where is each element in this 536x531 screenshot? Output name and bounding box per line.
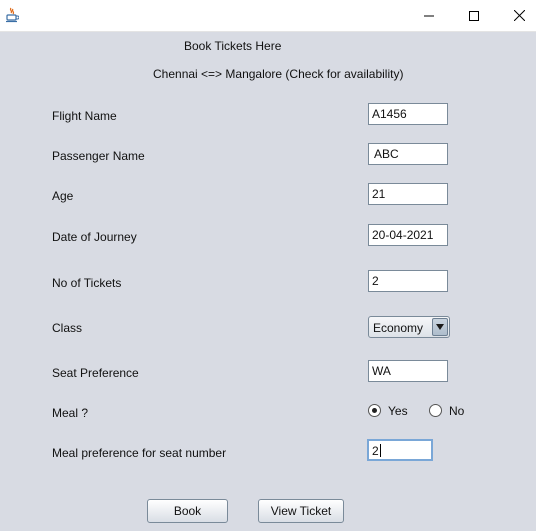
meal-seat-field[interactable]: 2 [367, 439, 433, 461]
class-label: Class [52, 321, 83, 335]
close-button[interactable] [496, 0, 536, 31]
minimize-button[interactable] [406, 0, 452, 31]
no-of-tickets-label: No of Tickets [52, 276, 122, 290]
chevron-down-icon [436, 324, 444, 330]
meal-yes-label[interactable]: Yes [388, 404, 408, 418]
maximize-icon [469, 10, 479, 21]
meal-no-radio[interactable] [429, 404, 442, 417]
meal-seat-value: 2 [372, 444, 379, 458]
java-icon[interactable] [5, 7, 20, 23]
dropdown-arrow-button[interactable] [432, 318, 448, 336]
age-label: Age [52, 189, 74, 203]
text-caret [379, 444, 381, 457]
seat-preference-field[interactable]: WA [368, 360, 448, 382]
title-bar [0, 0, 536, 32]
close-icon [513, 10, 525, 21]
maximize-button[interactable] [451, 0, 497, 31]
radio-selected-dot [372, 408, 377, 413]
passenger-name-label: Passenger Name [52, 149, 145, 163]
booking-form-panel: Book Tickets Here Chennai <=> Mangalore … [0, 32, 536, 531]
meal-label: Meal ? [52, 406, 89, 420]
meal-yes-radio[interactable] [368, 404, 381, 417]
date-of-journey-label: Date of Journey [52, 230, 137, 244]
passenger-name-field[interactable]: ABC [368, 143, 448, 165]
book-button[interactable]: Book [147, 499, 228, 523]
meal-no-label[interactable]: No [449, 404, 464, 418]
view-ticket-button[interactable]: View Ticket [258, 499, 344, 523]
age-field[interactable]: 21 [368, 183, 448, 205]
no-of-tickets-field[interactable]: 2 [368, 270, 448, 292]
seat-preference-label: Seat Preference [52, 366, 139, 380]
page-title: Book Tickets Here [184, 39, 282, 53]
flight-name-field[interactable]: A1456 [368, 103, 448, 125]
date-of-journey-field[interactable]: 20-04-2021 [368, 224, 448, 246]
flight-name-label: Flight Name [52, 109, 117, 123]
class-dropdown-value: Economy [373, 321, 424, 335]
route-info: Chennai <=> Mangalore (Check for availab… [153, 67, 404, 81]
class-dropdown[interactable]: Economy [368, 316, 450, 338]
minimize-icon [424, 15, 434, 16]
meal-seat-label: Meal preference for seat number [52, 446, 227, 460]
